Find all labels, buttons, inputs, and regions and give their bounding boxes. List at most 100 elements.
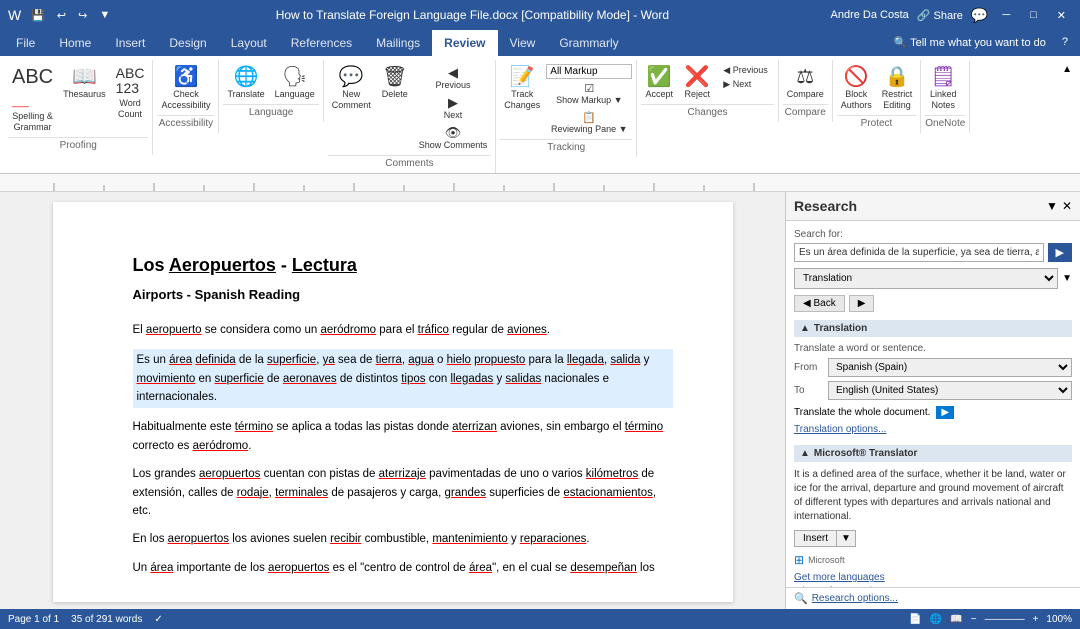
translate-btn[interactable]: 🌐 Translate bbox=[223, 64, 268, 102]
research-options-link[interactable]: Research options... bbox=[812, 593, 898, 604]
forward-btn[interactable]: ▶ bbox=[849, 295, 875, 312]
ribbon-group-comments: 💬 NewComment 🗑 Delete ◀ Previous ▶ Next … bbox=[324, 60, 497, 173]
changes-buttons: ✅ Accept ❌ Reject ◀ Previous ▶ Next bbox=[641, 62, 773, 102]
thesaurus-btn[interactable]: 📖 Thesaurus bbox=[59, 64, 110, 102]
research-search-input[interactable] bbox=[794, 243, 1044, 262]
tab-view[interactable]: View bbox=[498, 30, 548, 56]
ruler-markings bbox=[0, 174, 1080, 191]
minimize-btn[interactable]: ─ bbox=[996, 7, 1016, 23]
word-count-btn[interactable]: ABC123 WordCount bbox=[112, 64, 149, 121]
get-more-languages-link[interactable]: Get more languages bbox=[794, 571, 1072, 583]
language-btn[interactable]: 🗣 Language bbox=[271, 64, 319, 102]
compare-icon: ⚖ bbox=[796, 66, 814, 88]
customize-qa-btn[interactable]: ▼ bbox=[95, 7, 114, 24]
word-area3: área bbox=[469, 562, 492, 574]
tab-references[interactable]: References bbox=[279, 30, 364, 56]
research-dropdown-btn[interactable]: ▼ bbox=[1046, 199, 1058, 213]
nav-row: ◀ Back ▶ bbox=[794, 295, 1072, 312]
comment-icon[interactable]: 💬 bbox=[971, 7, 988, 24]
tab-insert[interactable]: Insert bbox=[103, 30, 157, 56]
tell-me-bar[interactable]: 🔍 Tell me what you want to do bbox=[886, 30, 1054, 56]
tab-review[interactable]: Review bbox=[432, 30, 497, 56]
save-qa-btn[interactable]: 💾 bbox=[27, 7, 49, 24]
previous-comment-btn[interactable]: ◀ Previous bbox=[415, 64, 492, 93]
quick-access-toolbar: W 💾 ↩ ↪ ▼ bbox=[8, 7, 114, 24]
linked-notes-btn[interactable]: 🗒 LinkedNotes bbox=[925, 64, 961, 113]
tab-layout[interactable]: Layout bbox=[219, 30, 279, 56]
maximize-btn[interactable]: □ bbox=[1024, 7, 1043, 23]
insert-main-btn[interactable]: Insert bbox=[794, 530, 837, 547]
research-close-btn[interactable]: ✕ bbox=[1062, 199, 1072, 213]
tab-home[interactable]: Home bbox=[47, 30, 103, 56]
help-btn[interactable]: ? bbox=[1054, 30, 1076, 56]
restrict-editing-btn[interactable]: 🔒 RestrictEditing bbox=[878, 64, 917, 113]
service-dropdown-icon[interactable]: ▼ bbox=[1062, 273, 1072, 284]
zoom-slider[interactable]: ———— bbox=[985, 614, 1025, 625]
word-aterrizaje: aterrizaje bbox=[379, 468, 426, 480]
from-row: From Spanish (Spain) Spanish (Mexico) Sp… bbox=[794, 358, 1072, 377]
back-btn[interactable]: ◀ Back bbox=[794, 295, 845, 312]
word-count-icon: ABC123 bbox=[116, 66, 145, 97]
word-salida: salida bbox=[610, 354, 640, 366]
compare-btn[interactable]: ⚖ Compare bbox=[783, 64, 828, 102]
delete-comment-btn[interactable]: 🗑 Delete bbox=[377, 64, 413, 102]
tab-grammarly[interactable]: Grammarly bbox=[547, 30, 630, 56]
ruler-svg bbox=[4, 175, 1076, 191]
next-comment-btn[interactable]: ▶ Next bbox=[415, 94, 492, 123]
block-authors-btn[interactable]: 🚫 BlockAuthors bbox=[837, 64, 876, 113]
tab-design[interactable]: Design bbox=[157, 30, 218, 56]
language-buttons: 🌐 Translate 🗣 Language bbox=[223, 62, 318, 102]
undo-qa-btn[interactable]: ↩ bbox=[53, 7, 70, 24]
reject-btn[interactable]: ❌ Reject bbox=[679, 64, 715, 102]
show-markup-btn[interactable]: ☑ Show Markup ▼ bbox=[546, 81, 632, 108]
translation-options-link[interactable]: Translation options... bbox=[794, 423, 1072, 435]
view-print-btn[interactable]: 📄 bbox=[909, 614, 921, 625]
view-read-btn[interactable]: 📖 bbox=[950, 614, 962, 625]
next-change-btn[interactable]: ▶ Next bbox=[717, 78, 773, 91]
previous-change-btn[interactable]: ◀ Previous bbox=[717, 64, 773, 77]
accessibility-icon: ♿ bbox=[174, 66, 199, 88]
tab-mailings[interactable]: Mailings bbox=[364, 30, 432, 56]
word-aeropuertos3: aeropuertos bbox=[168, 533, 229, 545]
tab-file[interactable]: File bbox=[4, 30, 47, 56]
ms-translator-section: ▲ Microsoft® Translator It is a defined … bbox=[794, 445, 1072, 587]
word-kilometros: kilómetros bbox=[586, 468, 638, 480]
word-trafico: tráfico bbox=[418, 324, 449, 336]
word-llegada: llegada bbox=[567, 354, 604, 366]
from-language-select[interactable]: Spanish (Spain) Spanish (Mexico) Spanish… bbox=[828, 358, 1072, 377]
to-language-select[interactable]: English (United States) English (United … bbox=[828, 381, 1072, 400]
close-btn[interactable]: ✕ bbox=[1051, 7, 1072, 24]
word-reparaciones: reparaciones bbox=[520, 533, 586, 545]
spelling-icon: ABC___ bbox=[12, 66, 53, 110]
spelling-grammar-btn[interactable]: ABC___ Spelling &Grammar bbox=[8, 64, 57, 135]
word-llegadas: llegadas bbox=[450, 373, 493, 385]
check-accessibility-btn[interactable]: ♿ CheckAccessibility bbox=[157, 64, 214, 113]
paragraph-3: Habitualmente este término se aplica a t… bbox=[133, 418, 673, 455]
track-changes-btn[interactable]: 📝 TrackChanges bbox=[500, 64, 544, 113]
service-select[interactable]: Translation Bing Thesaurus (English) bbox=[794, 268, 1058, 289]
title-bar: W 💾 ↩ ↪ ▼ How to Translate Foreign Langu… bbox=[0, 0, 1080, 30]
research-search-btn[interactable]: ▶ bbox=[1048, 243, 1072, 262]
redo-qa-btn[interactable]: ↪ bbox=[74, 7, 91, 24]
share-btn[interactable]: 🔗 Share bbox=[917, 9, 963, 22]
word-superficie: superficie bbox=[267, 354, 316, 366]
zoom-in-btn[interactable]: + bbox=[1033, 614, 1039, 625]
page-status: Page 1 of 1 bbox=[8, 614, 59, 625]
collapse-icon[interactable]: ▲ bbox=[1062, 64, 1072, 75]
show-comments-btn[interactable]: 👁 Show Comments bbox=[415, 124, 492, 153]
ribbon-collapse-btn[interactable]: ▲ bbox=[1058, 60, 1076, 79]
proofing-icon[interactable]: ✓ bbox=[154, 614, 162, 625]
new-comment-btn[interactable]: 💬 NewComment bbox=[328, 64, 375, 113]
markup-dropdown[interactable]: All Markup Simple Markup No Markup Origi… bbox=[546, 64, 632, 79]
accessibility-buttons: ♿ CheckAccessibility bbox=[157, 62, 214, 113]
insert-dropdown-btn[interactable]: ▼ bbox=[837, 530, 856, 547]
translate-doc-btn[interactable]: ▶ bbox=[936, 406, 954, 419]
ruler bbox=[0, 174, 1080, 192]
view-web-btn[interactable]: 🌐 bbox=[930, 614, 942, 625]
ms-translation-content: It is a defined area of the surface, whe… bbox=[794, 468, 1072, 524]
proofing-label: Proofing bbox=[8, 137, 148, 153]
accept-btn[interactable]: ✅ Accept bbox=[641, 64, 677, 102]
reviewing-pane-btn[interactable]: 📋 Reviewing Pane ▼ bbox=[546, 110, 632, 137]
zoom-out-btn[interactable]: − bbox=[971, 614, 977, 625]
word-rodaje: rodaje bbox=[237, 487, 269, 499]
